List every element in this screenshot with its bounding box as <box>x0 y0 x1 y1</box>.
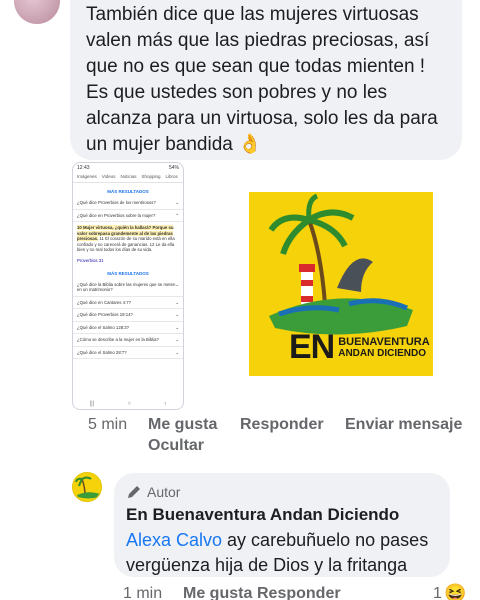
question-row: ¿Qué dice en Cantares 4:7? ⌄ <box>73 297 183 309</box>
question-text: ¿Qué dice la Biblia sobre las mujeres qu… <box>77 281 176 293</box>
question-row: ¿Qué dice en Proverbios sobre la mujer? ⌃ <box>73 210 183 222</box>
tab-shopping: Shopping <box>141 174 161 179</box>
chevron-down-icon: ⌄ <box>175 299 179 305</box>
home-icon: ○ <box>127 401 132 407</box>
chevron-down-icon: ⌄ <box>175 349 179 355</box>
result-link: Proverbios 31 <box>77 257 104 263</box>
back-icon: ‹ <box>164 401 167 407</box>
page-avatar[interactable] <box>72 472 102 502</box>
question-row: ¿Qué dice Proverbios de los mentirosos? ⌄ <box>73 197 183 210</box>
phone-status-bar: 12:43 54% <box>73 163 183 173</box>
reply-like-button[interactable]: Me gusta <box>183 585 252 600</box>
logo-en: EN <box>289 328 335 366</box>
question-text: ¿Cómo se describe a la mujer en la Bibli… <box>77 337 159 342</box>
ok-hand-emoji: 👌 <box>238 134 262 155</box>
attached-logo-image[interactable]: EN BUENAVENTURA ANDAN DICIENDO <box>249 192 433 376</box>
attached-search-screenshot[interactable]: 12:43 54% Imágenes Videos Noticias Shopp… <box>72 162 184 410</box>
question-text: ¿Qué dice Proverbios 19:14? <box>77 312 133 317</box>
reply-button[interactable]: Responder <box>240 416 324 434</box>
chevron-down-icon: ⌄ <box>175 337 179 342</box>
author-label: Autor <box>147 484 181 500</box>
status-time: 12:43 <box>77 165 90 171</box>
page-logo-icon <box>73 473 101 501</box>
chevron-down-icon: ⌄ <box>175 312 179 317</box>
logo-line1: BUENAVENTURA <box>338 335 430 348</box>
search-tabs: Imágenes Videos Noticias Shopping Libros <box>73 173 183 183</box>
recent-apps-icon: ||| <box>89 401 95 407</box>
reply-timestamp[interactable]: 1 min <box>123 585 162 600</box>
question-text: ¿Qué dice en Cantares 4:7? <box>77 299 131 305</box>
question-text: ¿Qué dice Proverbios de los mentirosos? <box>77 200 156 205</box>
phone-nav-bar: ||| ○ ‹ <box>73 401 183 407</box>
reply-text: Alexa Calvo ay carebuñuelo no pases verg… <box>126 528 438 578</box>
like-button[interactable]: Me gusta <box>148 416 217 434</box>
tab-images: Imágenes <box>77 174 97 179</box>
reply-reply-button[interactable]: Responder <box>257 585 341 600</box>
section-heading: MÁS RESULTADOS <box>107 270 149 276</box>
question-text: ¿Qué dice el Salmo 28:7? <box>77 349 127 355</box>
pencil-icon <box>128 486 140 498</box>
logo-subtitle: BUENAVENTURA ANDAN DICIENDO <box>338 335 430 359</box>
question-text: ¿Qué dice en Proverbios sobre la mujer? <box>77 212 156 218</box>
laughing-reaction-icon[interactable]: 😆 <box>444 583 466 600</box>
logo-line2: ANDAN DICIENDO <box>338 347 427 359</box>
mention-link[interactable]: Alexa Calvo <box>126 530 222 550</box>
status-battery: 54% <box>168 165 179 171</box>
reply-bubble: Autor En Buenaventura Andan Diciendo Ale… <box>114 473 450 577</box>
logo-wordmark: EN BUENAVENTURA ANDAN DICIENDO <box>289 328 430 367</box>
tab-books: Libros <box>165 174 178 179</box>
answer-snippet: 10 Mujer virtuosa, ¿quién la hallará? Po… <box>73 222 183 256</box>
chevron-down-icon: ⌄ <box>175 281 179 287</box>
chevron-down-icon: ⌄ <box>175 200 179 205</box>
section-heading: MÁS RESULTADOS <box>107 189 149 194</box>
send-message-button[interactable]: Enviar mensaje <box>345 416 462 434</box>
comment-text: También dice que las mujeres virtuosas v… <box>86 2 448 158</box>
author-badge: Autor <box>126 483 438 501</box>
chevron-down-icon: ⌄ <box>175 324 179 330</box>
question-row: ¿Qué dice el Salmo 128:3? ⌄ <box>73 322 183 334</box>
comment-body: También dice que las mujeres virtuosas v… <box>86 4 438 155</box>
reaction-count[interactable]: 1 <box>433 585 442 600</box>
question-text: ¿Qué dice el Salmo 128:3? <box>77 324 130 330</box>
question-row: ¿Cómo se describe a la mujer en la Bibli… <box>73 334 183 347</box>
hide-button[interactable]: Ocultar <box>148 437 204 455</box>
comment-timestamp[interactable]: 5 min <box>88 416 127 434</box>
chevron-up-icon: ⌃ <box>175 212 179 218</box>
question-row: ¿Qué dice el Salmo 28:7? ⌄ <box>73 347 183 359</box>
question-row: ¿Qué dice la Biblia sobre las mujeres qu… <box>73 279 183 297</box>
question-row: ¿Qué dice Proverbios 19:14? ⌄ <box>73 309 183 322</box>
tab-videos: Videos <box>101 174 116 179</box>
commenter-avatar[interactable] <box>14 0 60 24</box>
tab-news: Noticias <box>120 174 137 179</box>
comment-bubble: También dice que las mujeres virtuosas v… <box>70 0 462 160</box>
reply-author-name[interactable]: En Buenaventura Andan Diciendo <box>126 505 438 525</box>
